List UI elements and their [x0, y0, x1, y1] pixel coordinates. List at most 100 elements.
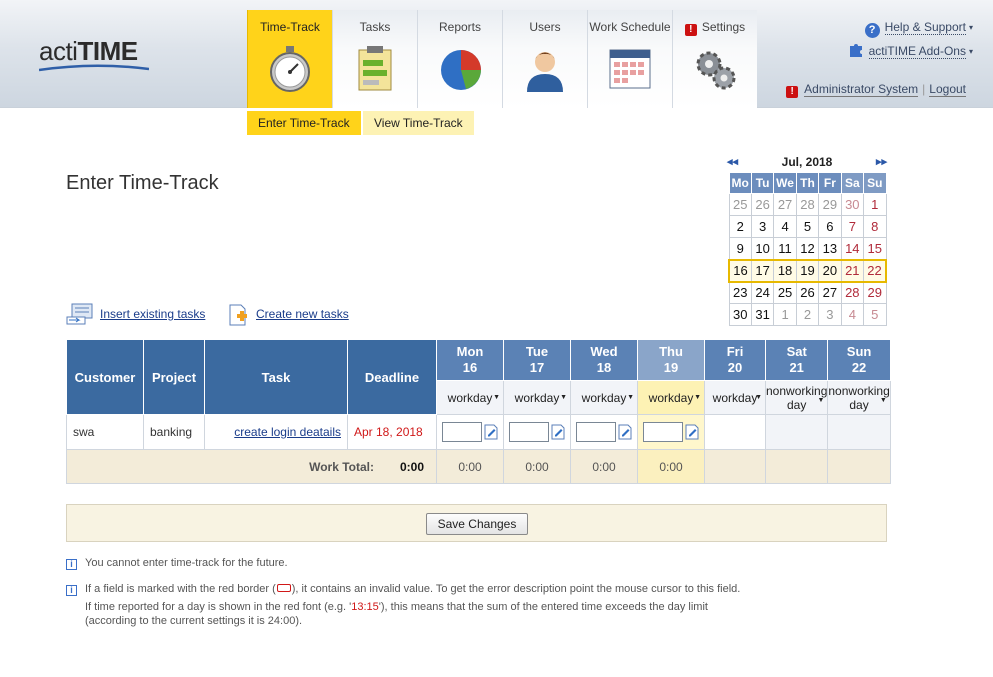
- calendar-week[interactable]: 2345678: [728, 215, 887, 238]
- calendar-day[interactable]: 3: [750, 215, 775, 238]
- calendar-day[interactable]: 20: [818, 258, 842, 283]
- calendar-day[interactable]: 21: [840, 258, 865, 283]
- calendar-week[interactable]: 9 10 11 12 13 14 15: [728, 237, 887, 260]
- subtab-view-time-track[interactable]: View Time-Track: [363, 111, 474, 135]
- info-icon: i: [66, 559, 77, 570]
- tab-time-track[interactable]: Time-Track: [247, 10, 332, 108]
- calendar-day[interactable]: 29: [863, 281, 887, 304]
- calendar-day[interactable]: 12: [795, 237, 820, 260]
- calendar-day[interactable]: 25: [773, 281, 797, 304]
- calendar-day[interactable]: 17: [750, 258, 775, 283]
- calendar-day[interactable]: 22: [863, 258, 888, 283]
- calendar-day[interactable]: 5: [795, 215, 820, 238]
- calendar-week[interactable]: 25 26 27 28 29 30 1: [728, 193, 887, 216]
- col-customer[interactable]: Customer: [66, 339, 144, 415]
- calendar-day[interactable]: 24: [750, 281, 775, 304]
- calendar-day[interactable]: 1: [863, 193, 887, 216]
- tab-work-schedule[interactable]: Work Schedule: [587, 10, 672, 108]
- col-project[interactable]: Project: [143, 339, 205, 415]
- calendar-week[interactable]: 16 17 18 19 20 21 22: [727, 258, 888, 283]
- calendar-day[interactable]: 15: [863, 237, 887, 260]
- calendar-day[interactable]: 25: [728, 193, 752, 216]
- calendar-day[interactable]: 1: [773, 303, 797, 326]
- calendar-icon: [609, 49, 651, 89]
- user-name-link[interactable]: Administrator System: [804, 82, 919, 97]
- help-support-link[interactable]: ? Help & Support ▾: [864, 20, 973, 38]
- time-cell: [436, 414, 504, 450]
- app-header: actiTIME Time-Track Tasks Reports Users …: [0, 0, 993, 108]
- calendar-day[interactable]: 30: [840, 193, 865, 216]
- calendar-day[interactable]: 27: [773, 193, 797, 216]
- calendar-day[interactable]: 27: [818, 281, 842, 304]
- calendar-day[interactable]: 31: [750, 303, 775, 326]
- calendar-day[interactable]: 8: [863, 215, 887, 238]
- col-deadline[interactable]: Deadline: [347, 339, 437, 415]
- calendar-week[interactable]: 23 24 25 26 27 28 29: [728, 281, 887, 304]
- calendar-week[interactable]: 30 31 1 2 3 4 5: [728, 303, 887, 326]
- clipboard-icon: [358, 46, 392, 91]
- task-link[interactable]: create login deatails: [234, 425, 341, 439]
- subtab-enter-time-track[interactable]: Enter Time-Track: [247, 111, 361, 135]
- col-day-today: Thu 19: [637, 339, 705, 381]
- comment-icon[interactable]: [484, 424, 498, 440]
- calendar-day[interactable]: 29: [818, 193, 842, 216]
- calendar-day[interactable]: 10: [750, 237, 775, 260]
- calendar-day[interactable]: 16: [727, 258, 752, 283]
- calendar-day[interactable]: 26: [750, 193, 775, 216]
- calendar-day[interactable]: 5: [863, 303, 887, 326]
- calendar-day[interactable]: 23: [728, 281, 752, 304]
- tab-reports[interactable]: Reports: [417, 10, 502, 108]
- logout-link[interactable]: Logout: [929, 82, 966, 97]
- calendar-day[interactable]: 28: [795, 193, 820, 216]
- calendar-day[interactable]: 18: [773, 258, 797, 283]
- tab-users-label: Users: [529, 20, 561, 34]
- calendar-day[interactable]: 4: [840, 303, 865, 326]
- calendar-day[interactable]: 2: [728, 215, 752, 238]
- col-task[interactable]: Task: [204, 339, 348, 415]
- calendar-day[interactable]: 14: [840, 237, 865, 260]
- day-type-select[interactable]: nonworking day ▼: [827, 380, 891, 415]
- calendar-day[interactable]: 3: [818, 303, 842, 326]
- addons-link[interactable]: actiTIME Add-Ons ▾: [848, 43, 973, 59]
- calendar-next-icon[interactable]: ▸▸: [876, 154, 887, 170]
- day-type-select[interactable]: nonworking day ▼: [764, 380, 829, 415]
- day-type-select[interactable]: workday ▼: [637, 380, 705, 415]
- calendar-day[interactable]: 30: [728, 303, 752, 326]
- chevron-down-icon: ▾: [968, 47, 973, 56]
- time-input[interactable]: [442, 422, 482, 442]
- time-input[interactable]: [509, 422, 549, 442]
- create-new-tasks-link[interactable]: Create new tasks: [228, 303, 349, 327]
- comment-icon[interactable]: [551, 424, 565, 440]
- day-total: 0:00: [503, 449, 571, 484]
- calendar-prev-icon[interactable]: ◂◂: [727, 154, 738, 170]
- calendar-day[interactable]: 7: [840, 215, 865, 238]
- save-changes-button[interactable]: Save Changes: [426, 513, 528, 535]
- tab-settings[interactable]: ! Settings: [672, 10, 757, 108]
- time-input[interactable]: [576, 422, 616, 442]
- comment-icon[interactable]: [685, 424, 699, 440]
- day-type-select[interactable]: workday ▼: [570, 380, 638, 415]
- calendar-day[interactable]: 19: [795, 258, 820, 283]
- dropdown-arrow-icon: ▼: [560, 393, 567, 401]
- tab-users[interactable]: Users: [502, 10, 587, 108]
- tab-tasks[interactable]: Tasks: [332, 10, 417, 108]
- day-type-select[interactable]: workday ▼: [503, 380, 571, 415]
- calendar-day[interactable]: 26: [795, 281, 820, 304]
- actitime-logo[interactable]: actiTIME: [39, 36, 138, 67]
- work-total-label: Work Total:: [309, 459, 374, 474]
- calendar-day[interactable]: 9: [728, 237, 752, 260]
- calendar-day[interactable]: 13: [818, 237, 842, 260]
- day-type-select[interactable]: workday ▼: [704, 380, 766, 415]
- pie-chart-icon: [441, 50, 481, 90]
- day-type-select[interactable]: workday ▼: [436, 380, 504, 415]
- tab-settings-label: ! Settings: [673, 20, 757, 36]
- calendar-day[interactable]: 6: [818, 215, 842, 238]
- calendar-day[interactable]: 11: [773, 237, 797, 260]
- comment-icon[interactable]: [618, 424, 632, 440]
- insert-tasks-icon: [66, 303, 93, 325]
- insert-existing-tasks-link[interactable]: Insert existing tasks: [66, 303, 205, 327]
- time-input[interactable]: [643, 422, 683, 442]
- calendar-day[interactable]: 28: [840, 281, 865, 304]
- calendar-day[interactable]: 2: [795, 303, 820, 326]
- calendar-day[interactable]: 4: [773, 215, 797, 238]
